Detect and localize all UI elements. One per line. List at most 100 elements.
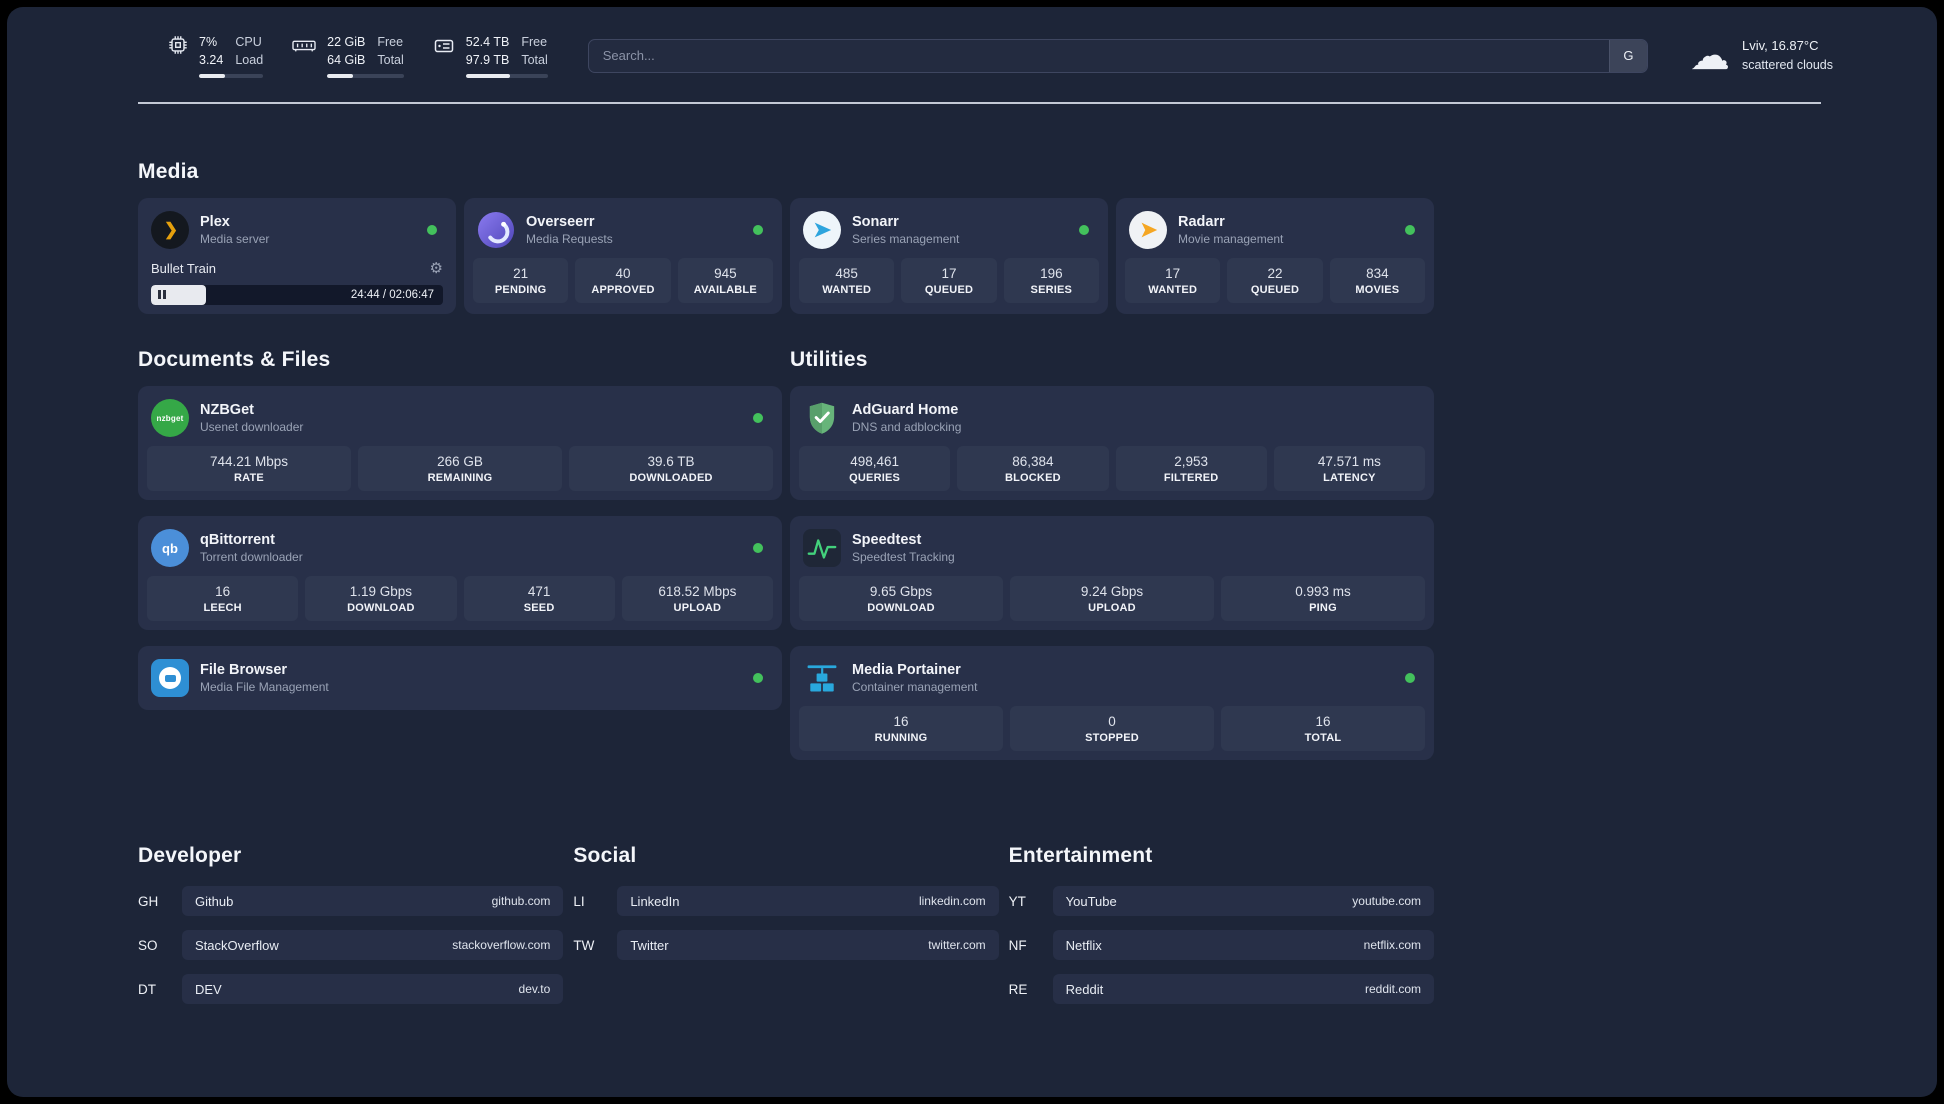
bookmark-url: netflix.com: [1363, 938, 1421, 953]
now-playing-title: Bullet Train: [151, 260, 217, 276]
stat-value: 17: [1165, 266, 1181, 282]
middle-columns: Documents & Files nzbget NZBGet Usenet d…: [138, 348, 1434, 761]
stat-label: FILTERED: [1163, 472, 1219, 485]
playback-elapsed[interactable]: [151, 285, 207, 306]
qbittorrent-icon-text: qb: [162, 540, 178, 556]
section-heading-social: Social: [573, 844, 637, 868]
stat-value: 47.571 ms: [1317, 454, 1381, 470]
app-card-sonarr[interactable]: Sonarr Series management 485 WANTED 17 Q…: [790, 198, 1108, 315]
stat-label: WANTED: [1148, 284, 1198, 297]
settings-gear-icon[interactable]: ⚙: [430, 259, 443, 277]
stat-tile: 485 WANTED: [799, 258, 895, 304]
section-heading-utilities: Utilities: [790, 348, 868, 372]
plex-icon: ❯: [151, 211, 189, 250]
radarr-icon: [1129, 211, 1167, 250]
cpu-label-2: Load: [235, 53, 264, 68]
bookmark-row: DT DEV dev.to: [138, 974, 564, 1005]
bookmark-netflix[interactable]: Netflix netflix.com: [1052, 930, 1434, 961]
playback-time: 24:44 / 02:06:47: [350, 289, 434, 302]
app-card-radarr[interactable]: Radarr Movie management 17 WANTED 22 QUE…: [1116, 198, 1434, 315]
search-area: G: [587, 38, 1648, 73]
app-card-qbittorrent[interactable]: qb qBittorrent Torrent downloader 16 LEE…: [138, 516, 782, 631]
ram-free-value: 22 GiB: [327, 35, 366, 49]
documents-section: Documents & Files nzbget NZBGet Usenet d…: [138, 348, 782, 760]
bookmark-abbr: NF: [1008, 937, 1027, 953]
search-input[interactable]: [588, 39, 1609, 72]
bookmark-linkedin[interactable]: LinkedIn linkedin.com: [617, 886, 999, 917]
app-name: Speedtest: [852, 532, 922, 549]
stat-tile: 266 GB REMAINING: [358, 446, 562, 492]
app-titles: Overseerr Media Requests: [526, 214, 613, 246]
stat-value: 17: [941, 266, 957, 282]
stat-label: SERIES: [1030, 284, 1073, 297]
bookmark-row: NF Netflix netflix.com: [1008, 930, 1434, 961]
app-card-plex[interactable]: ❯ Plex Media server Bullet Train ⚙ 24:44…: [138, 198, 456, 315]
stat-label: UPLOAD: [673, 602, 722, 615]
main-content: Media ❯ Plex Media server Bullet Train ⚙…: [7, 160, 1937, 1018]
stat-tile: 945 AVAILABLE: [677, 258, 773, 304]
bookmark-row: GH Github github.com: [138, 886, 564, 917]
stat-label: MOVIES: [1355, 284, 1400, 297]
stat-value: 196: [1040, 266, 1063, 282]
bookmark-url: youtube.com: [1352, 894, 1421, 909]
app-card-adguard[interactable]: AdGuard Home DNS and adblocking 498,461 …: [790, 386, 1434, 501]
bookmark-github[interactable]: Github github.com: [182, 886, 564, 917]
card-head: Speedtest Speedtest Tracking: [799, 525, 1425, 576]
app-titles: Plex Media server: [200, 214, 269, 246]
app-name: Overseerr: [526, 214, 595, 231]
media-grid: ❯ Plex Media server Bullet Train ⚙ 24:44…: [138, 198, 1434, 315]
app-subtitle: DNS and adblocking: [852, 420, 962, 435]
disk-metric: 52.4 TB 97.9 TB Free Total: [432, 33, 548, 79]
bookmark-stackoverflow[interactable]: StackOverflow stackoverflow.com: [182, 930, 564, 961]
disk-progress-bar: [465, 74, 548, 79]
card-head: File Browser Media File Management: [147, 655, 773, 701]
playback-progress-bar[interactable]: 24:44 / 02:06:47: [151, 285, 443, 306]
dashboard-page: 7% 3.24 CPU Load 22 GiB 64 GiB Free Tota…: [7, 7, 1937, 1097]
weather-condition: scattered clouds: [1741, 58, 1833, 72]
app-name: NZBGet: [200, 402, 254, 419]
stats-row: 744.21 Mbps RATE 266 GB REMAINING 39.6 T…: [147, 446, 773, 492]
stat-label: SEED: [523, 602, 555, 615]
stats-row: 17 WANTED 22 QUEUED 834 MOVIES: [1125, 258, 1425, 304]
app-card-speedtest[interactable]: Speedtest Speedtest Tracking 9.65 Gbps D…: [790, 516, 1434, 631]
stat-label: QUEUED: [1250, 284, 1300, 297]
stat-tile: 9.65 Gbps DOWNLOAD: [799, 576, 1003, 622]
bookmark-abbr: YT: [1008, 893, 1026, 909]
bookmark-twitter[interactable]: Twitter twitter.com: [617, 930, 999, 961]
app-titles: Sonarr Series management: [852, 214, 959, 246]
card-head: ❯ Plex Media server: [147, 207, 447, 258]
app-card-nzbget[interactable]: nzbget NZBGet Usenet downloader 744.21 M…: [138, 386, 782, 501]
ram-metric: 22 GiB 64 GiB Free Total: [291, 33, 404, 79]
app-titles: Media Portainer Container management: [852, 662, 977, 694]
bookmark-reddit[interactable]: Reddit reddit.com: [1052, 974, 1434, 1005]
topbar: 7% 3.24 CPU Load 22 GiB 64 GiB Free Tota…: [7, 7, 1937, 79]
bookmarks-developer: Developer GH Github github.com SO StackO…: [138, 844, 564, 1018]
cpu-label-1: CPU: [235, 35, 262, 49]
stat-value: 39.6 TB: [647, 454, 695, 470]
status-dot: [753, 673, 763, 684]
stat-tile: 2,953 FILTERED: [1115, 446, 1267, 492]
app-card-overseerr[interactable]: Overseerr Media Requests 21 PENDING 40 A…: [464, 198, 782, 315]
disk-label-2: Total: [521, 53, 548, 68]
bookmark-abbr: SO: [138, 937, 158, 953]
bookmarks-grid: Developer GH Github github.com SO StackO…: [138, 844, 1434, 1018]
pause-icon[interactable]: [158, 286, 168, 304]
bookmark-name: Twitter: [630, 937, 669, 953]
card-head: qb qBittorrent Torrent downloader: [147, 525, 773, 576]
app-name: Radarr: [1178, 214, 1225, 231]
stat-label: LATENCY: [1323, 472, 1376, 485]
bookmark-row: TW Twitter twitter.com: [573, 930, 999, 961]
stat-value: 86,384: [1012, 454, 1054, 470]
bookmark-dev[interactable]: DEV dev.to: [182, 974, 564, 1005]
bookmark-name: Netflix: [1065, 937, 1102, 953]
search-engine-button[interactable]: G: [1608, 39, 1647, 72]
bookmark-url: twitter.com: [928, 938, 986, 953]
bookmark-youtube[interactable]: YouTube youtube.com: [1052, 886, 1434, 917]
app-card-filebrowser[interactable]: File Browser Media File Management: [138, 646, 782, 711]
section-heading-documents: Documents & Files: [138, 348, 331, 372]
bookmark-row: RE Reddit reddit.com: [1009, 974, 1434, 1005]
app-card-portainer[interactable]: Media Portainer Container management 16 …: [790, 646, 1434, 761]
stat-label: WANTED: [822, 284, 872, 297]
stat-tile: 40 APPROVED: [575, 258, 671, 304]
stat-label: AVAILABLE: [693, 284, 757, 297]
